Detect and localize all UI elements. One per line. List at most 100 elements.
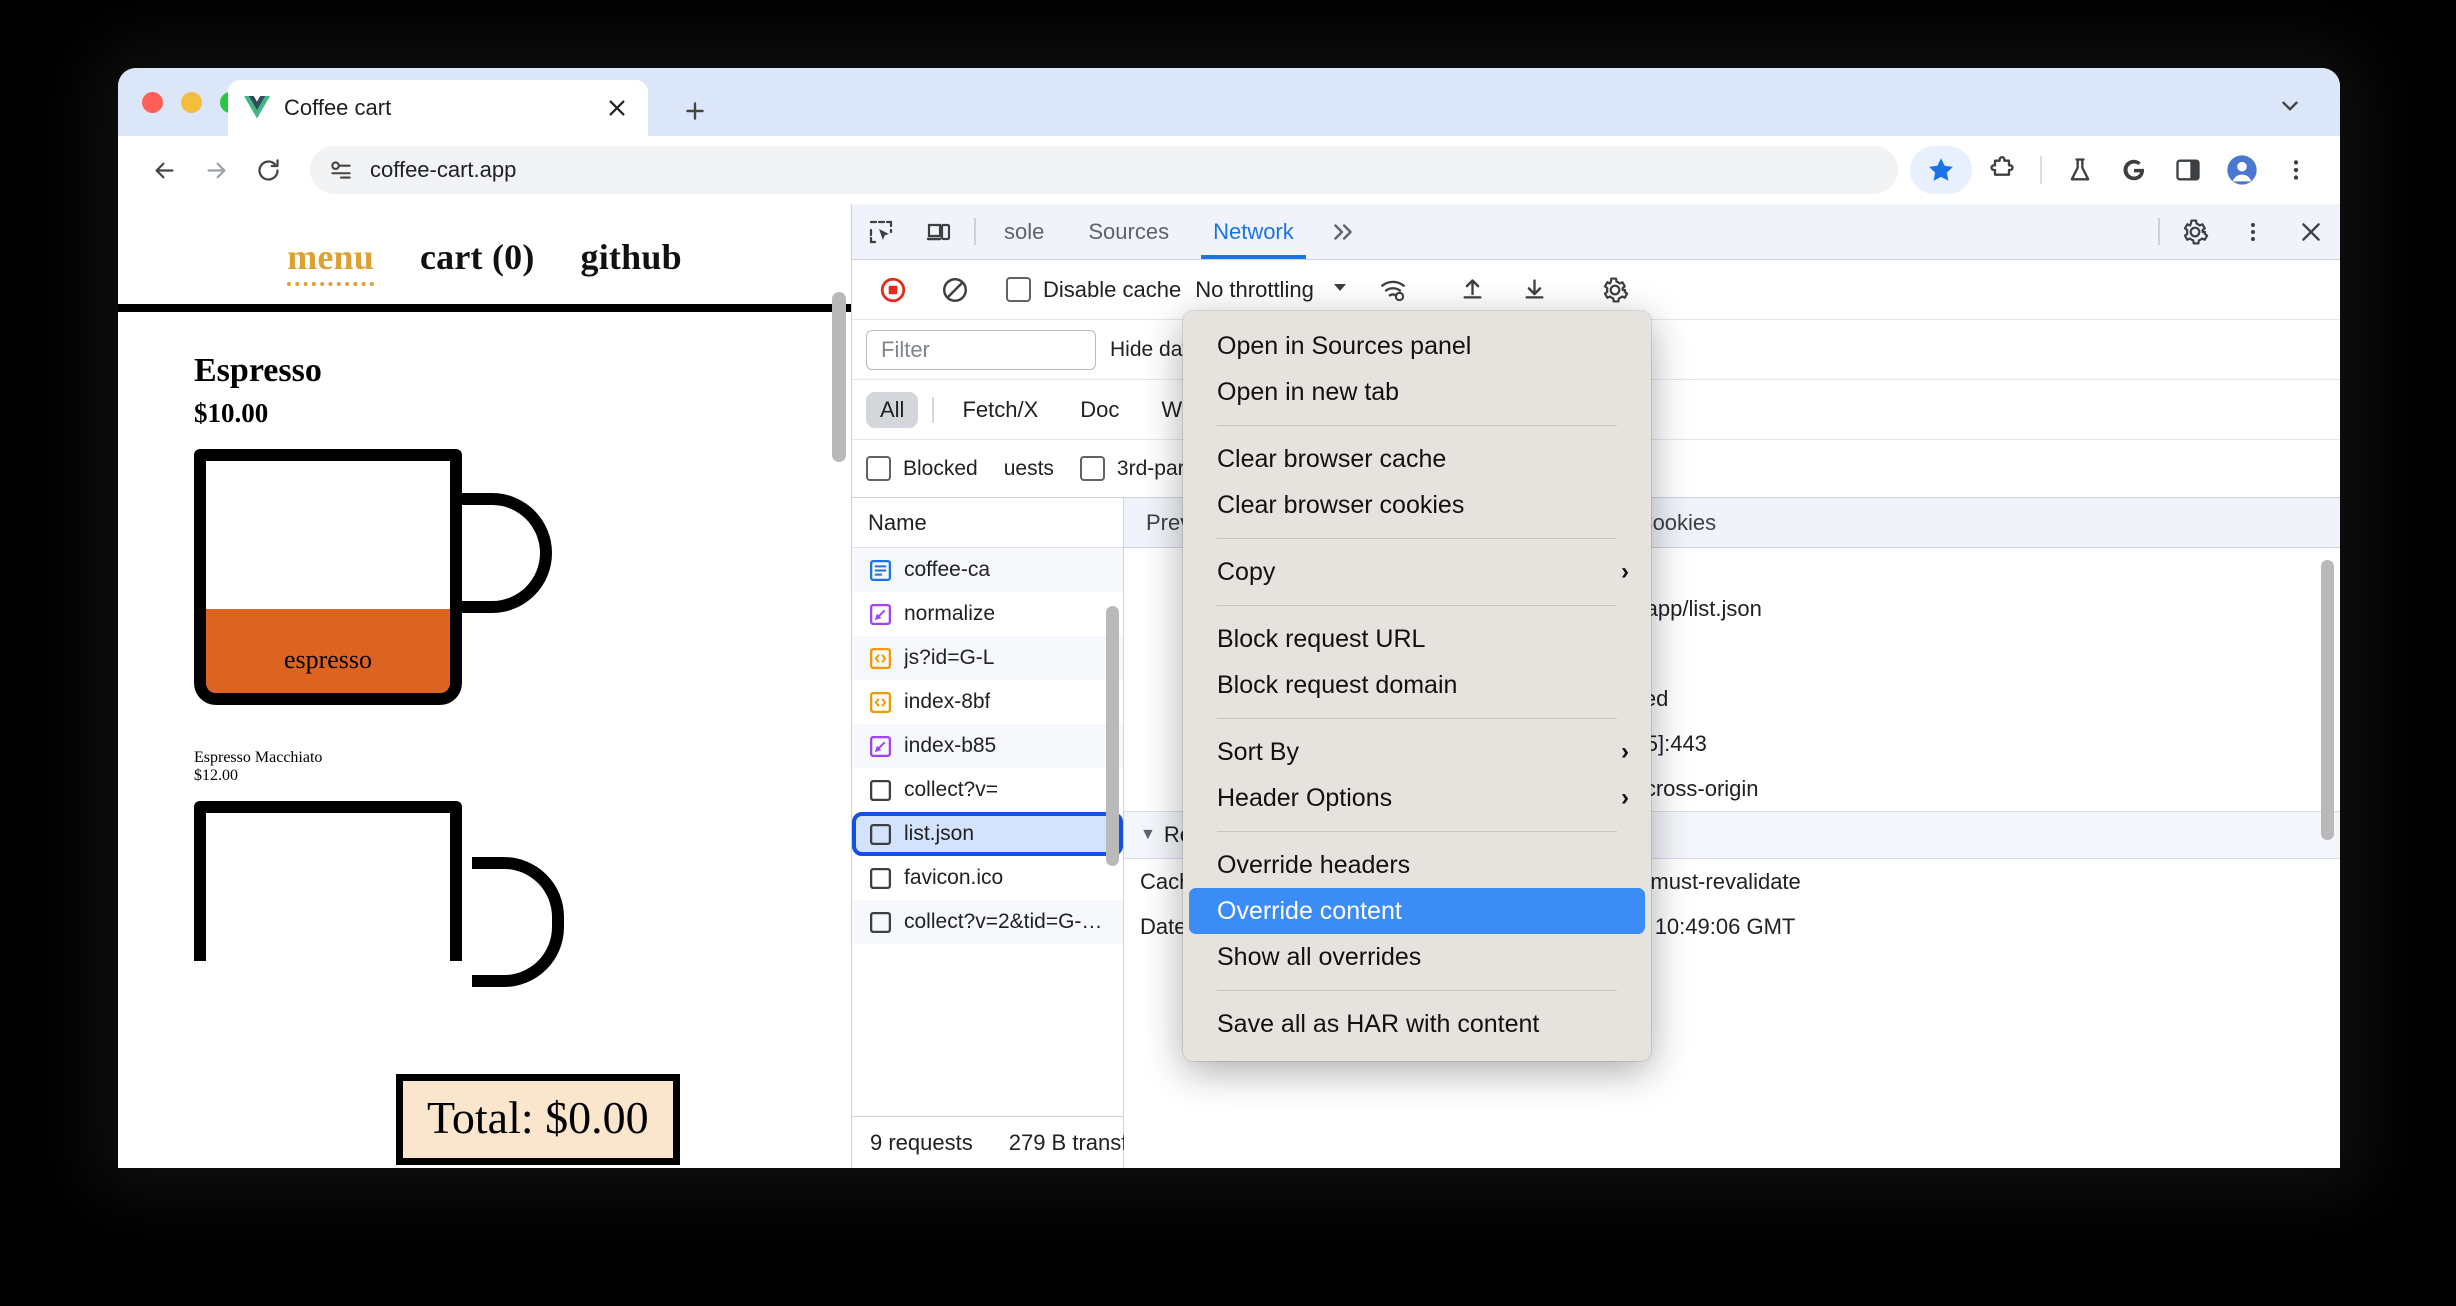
tab-network[interactable]: Network (1191, 204, 1316, 259)
menu-item-sort-by[interactable]: Sort By › (1183, 729, 1651, 775)
menu-item-show-all-overrides[interactable]: Show all overrides (1183, 934, 1651, 980)
table-row[interactable]: coffee-ca (852, 548, 1123, 592)
request-list-header[interactable]: Name (852, 498, 1123, 548)
table-row[interactable]: js?id=G-L (852, 636, 1123, 680)
devtools-tabs: sole Sources Network (982, 204, 2152, 259)
table-row[interactable]: index-8bf (852, 680, 1123, 724)
cup-label: espresso (283, 645, 373, 674)
extensions-puzzle-icon[interactable] (1978, 146, 2026, 194)
browser-tab[interactable]: Coffee cart (228, 80, 648, 136)
request-list: Name coffee-ca normalize js?id=G-L index… (852, 498, 1140, 1168)
request-list-scrollbar[interactable] (1106, 606, 1119, 866)
inspect-element-icon[interactable] (852, 204, 910, 259)
filter-input[interactable]: Filter (866, 329, 1096, 370)
close-icon[interactable] (2282, 204, 2340, 259)
toolbar-divider (2040, 156, 2042, 184)
disable-cache-label: Disable cache (1043, 276, 1182, 302)
tab-sources[interactable]: Sources (1066, 204, 1191, 259)
checkbox-box[interactable] (1079, 456, 1105, 481)
chevron-down-icon[interactable] (2270, 90, 2310, 122)
blocked-requests-checkbox[interactable]: Blocked (866, 456, 978, 481)
macchiato-cup[interactable] (194, 801, 564, 987)
nav-link-menu[interactable]: menu (287, 236, 374, 286)
tune-icon[interactable] (328, 157, 354, 183)
detail-scrollbar[interactable] (2321, 560, 2334, 840)
close-icon[interactable] (602, 93, 632, 123)
upload-arrow-icon[interactable] (1444, 276, 1502, 303)
profile-avatar-icon[interactable] (2218, 146, 2266, 194)
labs-flask-icon[interactable] (2056, 146, 2104, 194)
side-panel-icon[interactable] (2164, 146, 2212, 194)
tab-title: Coffee cart (284, 95, 392, 120)
address-bar[interactable]: coffee-cart.app (310, 146, 1898, 194)
espresso-cup[interactable]: espresso (194, 449, 851, 705)
request-name: index-8bf (904, 690, 991, 713)
back-button[interactable] (138, 144, 190, 196)
menu-item-clear-browser-cookies[interactable]: Clear browser cookies (1183, 482, 1651, 528)
bookmark-star-icon[interactable] (1910, 146, 1972, 194)
menu-item-save-all-as-har-with-content[interactable]: Save all as HAR with content (1183, 1001, 1651, 1047)
checkbox-box[interactable] (1006, 277, 1031, 302)
triangle-down-icon[interactable]: ▼ (1140, 826, 1156, 844)
menu-item-open-in-sources-panel[interactable]: Open in Sources panel (1183, 323, 1651, 369)
page-scrollbar[interactable] (832, 292, 846, 462)
chip-divider (932, 396, 935, 423)
throttling-value: No throttling (1195, 276, 1314, 302)
type-filter-fetch-xhr[interactable]: Fetch/X (948, 392, 1052, 428)
request-name: collect?v=2&tid=G-… (904, 910, 1103, 933)
google-g-icon[interactable] (2110, 146, 2158, 194)
minimize-window-button[interactable] (181, 92, 202, 113)
blocked-label: Blocked (903, 456, 978, 480)
gear-icon[interactable] (2166, 204, 2224, 259)
table-row[interactable]: index-b85 (852, 724, 1123, 768)
menu-item-override-content[interactable]: Override content (1189, 888, 1645, 934)
generic-file-icon (868, 822, 893, 847)
toolbar-divider (2158, 218, 2160, 245)
table-row[interactable]: favicon.ico (852, 856, 1123, 900)
record-stop-icon[interactable] (864, 276, 922, 304)
menu-item-header-options[interactable]: Header Options › (1183, 775, 1651, 821)
menu-item-open-in-new-tab[interactable]: Open in new tab (1183, 369, 1651, 415)
clear-no-entry-icon[interactable] (926, 276, 984, 304)
network-settings-gear-icon[interactable] (1586, 276, 1644, 304)
chevron-double-right-icon[interactable] (1316, 204, 1370, 259)
caret-down-icon[interactable] (1330, 277, 1350, 303)
reload-button[interactable] (242, 144, 294, 196)
disable-cache-checkbox[interactable]: Disable cache (1006, 277, 1181, 303)
screenshot-root: Coffee cart coffee-cart.app menu cart (0… (0, 0, 2456, 1306)
table-row-selected[interactable]: list.json (852, 812, 1123, 856)
cup-handle-icon (460, 493, 552, 613)
chrome-menu-icon[interactable] (2272, 146, 2320, 194)
request-name: normalize (904, 602, 996, 625)
download-arrow-icon[interactable] (1506, 276, 1564, 303)
throttling-select[interactable]: No throttling (1185, 277, 1360, 303)
more-vertical-icon[interactable] (2224, 204, 2282, 259)
new-tab-button[interactable] (678, 94, 712, 128)
script-icon (868, 690, 893, 715)
menu-item-clear-browser-cache[interactable]: Clear browser cache (1183, 436, 1651, 482)
wifi-settings-icon[interactable] (1364, 276, 1422, 304)
nav-link-cart[interactable]: cart (0) (420, 236, 535, 278)
menu-item-block-request-url[interactable]: Block request URL (1183, 616, 1651, 662)
table-row[interactable]: normalize (852, 592, 1123, 636)
tab-console[interactable]: sole (982, 204, 1066, 259)
request-name: favicon.ico (904, 866, 1004, 889)
device-toolbar-icon[interactable] (910, 204, 968, 259)
close-window-button[interactable] (142, 92, 163, 113)
nav-link-github[interactable]: github (581, 236, 682, 278)
menu-separator (1217, 718, 1617, 719)
forward-button[interactable] (190, 144, 242, 196)
document-icon (868, 558, 893, 583)
checkbox-box[interactable] (866, 456, 891, 481)
type-filter-doc[interactable]: Doc (1066, 392, 1133, 428)
type-filter-all[interactable]: All (866, 391, 919, 428)
menu-item-copy[interactable]: Copy › (1183, 549, 1651, 595)
table-row[interactable]: collect?v= (852, 768, 1123, 812)
window-controls[interactable] (142, 92, 241, 113)
table-row[interactable]: collect?v=2&tid=G-… (852, 900, 1123, 944)
menu-item-override-headers[interactable]: Override headers (1183, 842, 1651, 888)
toolbar-divider (974, 218, 976, 245)
cup-body[interactable]: espresso (194, 449, 462, 705)
menu-item-block-request-domain[interactable]: Block request domain (1183, 662, 1651, 708)
blocked-cookies-checkbox[interactable]: uests (1004, 457, 1054, 481)
